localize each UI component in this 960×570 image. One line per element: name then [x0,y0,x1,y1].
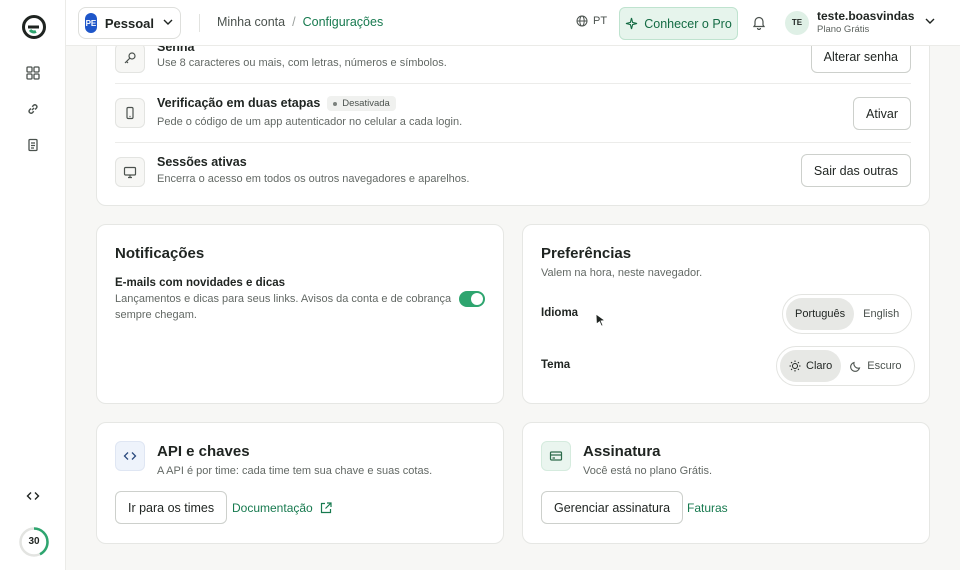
theme-option-dark[interactable]: Escuro [841,350,910,382]
subscription-description: Você está no plano Grátis. [583,465,713,477]
upgrade-pro-label: Conhecer o Pro [644,16,732,31]
notifications-card: Notificações E-mails com novidades e dic… [96,224,504,404]
password-description: Use 8 caracteres ou mais, com letras, nú… [157,57,447,69]
api-card: API e chaves A API é por time: cada time… [96,422,504,544]
go-to-teams-button[interactable]: Ir para os times [115,491,228,524]
code-icon [115,441,145,471]
user-menu[interactable]: TE teste.boasvindas Plano Grátis [785,9,936,36]
breadcrumb-settings: Configurações [302,15,384,29]
monitor-icon [115,157,145,187]
theme-toggle: Claro Escuro [776,346,915,386]
credit-card-icon [541,441,571,471]
user-name: teste.boasvindas [817,9,915,23]
sparkle-icon [626,17,638,30]
preferences-card: Preferências Valem na hora, neste navega… [522,224,930,404]
email-news-toggle[interactable] [459,291,485,307]
two-factor-title-text: Verificação em duas etapas [157,96,321,110]
theme-option-dark-label: Escuro [867,360,902,372]
language-toggle: Português English [782,294,913,334]
dashboard-icon[interactable] [24,64,42,82]
breadcrumb: Minha conta / Configurações [217,15,383,29]
security-card: Senha Use 8 caracteres ou mais, com letr… [96,20,930,206]
credits-indicator[interactable]: 30 [18,526,50,558]
invoices-link[interactable]: Faturas [687,501,728,515]
email-news-title: E-mails com novidades e dicas [115,277,286,289]
two-factor-row: Verificação em duas etapas Desativada Ped… [115,84,911,142]
two-factor-description: Pede o código de um app autenticador no … [157,116,463,128]
sessions-title: Sessões ativas [157,155,247,169]
credits-count: 30 [28,536,40,547]
manage-subscription-button[interactable]: Gerenciar assinatura [541,491,684,524]
app-logo[interactable] [22,15,46,39]
avatar: TE [785,10,809,35]
notifications-title: Notificações [115,245,205,262]
sign-out-others-button[interactable]: Sair das outras [800,154,911,187]
preferences-subtitle: Valem na hora, neste navegador. [541,267,703,279]
theme-label: Tema [541,359,571,371]
sessions-description: Encerra o acesso em todos os outros nave… [157,173,470,185]
preferences-title: Preferências [541,245,632,262]
subscription-title: Assinatura [583,443,661,460]
link-icon[interactable] [24,100,42,118]
external-link-icon [320,502,332,514]
top-bar: PE Pessoal Minha conta / Configurações P… [66,0,960,46]
code-icon[interactable] [24,487,42,505]
language-label: Idioma [541,307,579,319]
two-factor-title: Verificação em duas etapas Desativada [157,96,396,112]
phone-icon [115,98,145,128]
api-description: A API é por time: cada time tem sua chav… [157,465,433,477]
breadcrumb-my-account[interactable]: Minha conta [217,15,285,29]
language-switcher[interactable]: PT [576,15,607,27]
theme-option-light-label: Claro [806,360,833,372]
key-icon [115,43,145,73]
enable-two-factor-button[interactable]: Ativar [853,97,911,130]
language-option-english[interactable]: English [854,298,908,330]
chevron-down-icon [924,15,936,30]
status-badge-label: Desativada [342,98,390,110]
moon-icon [850,361,861,372]
mouse-cursor-icon [595,313,607,330]
breadcrumb-separator: / [292,15,296,29]
language-code: PT [593,15,608,27]
documentation-link[interactable]: Documentação [232,501,333,515]
api-title: API e chaves [157,443,250,460]
theme-option-light[interactable]: Claro [780,350,842,382]
workspace-selector[interactable]: PE Pessoal [78,7,181,39]
document-icon[interactable] [24,136,42,154]
email-news-description-1: Lançamentos e dicas para seus links. Avi… [115,293,452,305]
subscription-card: Assinatura Você está no plano Grátis. Ge… [522,422,930,544]
workspace-avatar: PE [85,13,97,33]
sun-icon [789,360,801,372]
upgrade-pro-button[interactable]: Conhecer o Pro [619,7,738,40]
email-news-description-2: sempre chegam. [115,309,197,321]
bell-icon[interactable] [752,15,766,33]
user-plan: Plano Grátis [817,24,870,35]
divider [199,14,200,32]
language-option-portuguese[interactable]: Português [786,298,855,330]
documentation-link-label: Documentação [232,501,313,515]
status-badge: Desativada [327,96,396,112]
globe-icon [576,15,588,27]
sessions-row: Sessões ativas Encerra o acesso em todos… [115,143,911,201]
workspace-label: Pessoal [104,15,154,31]
chevron-down-icon [162,16,174,31]
sidebar-rail: 30 [0,0,66,570]
